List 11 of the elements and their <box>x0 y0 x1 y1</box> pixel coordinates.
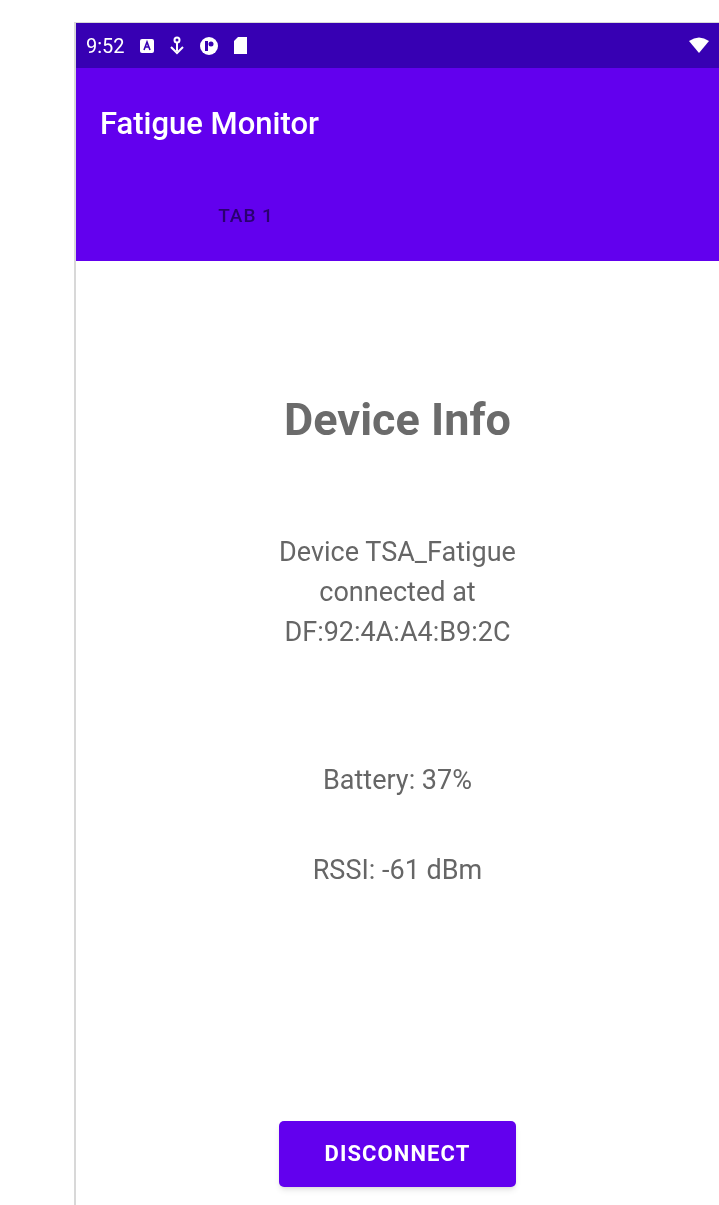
notification-a-icon <box>138 37 155 54</box>
sd-card-icon <box>232 36 248 55</box>
app-title: Fatigue Monitor <box>100 103 319 144</box>
connection-info: Device TSA_Fatigue connected at DF:92:4A:A4:B9:2C <box>279 534 516 650</box>
circle-icon <box>198 35 219 56</box>
disconnect-button[interactable]: DISCONNECT <box>279 1120 516 1187</box>
status-time: 9:52 <box>86 32 125 60</box>
battery-label: Battery: 37% <box>323 762 472 798</box>
rssi-label: RSSI: -61 dBm <box>312 853 483 888</box>
wifi-icon <box>689 37 709 54</box>
section-heading: Device Info <box>284 392 511 448</box>
